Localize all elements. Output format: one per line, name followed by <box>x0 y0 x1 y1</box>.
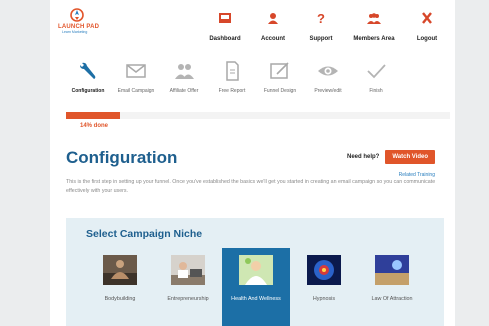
step-label: Preview/edit <box>314 88 342 94</box>
step-configuration[interactable]: Configuration <box>64 60 112 94</box>
header: LAUNCH PAD Learn Marketing Dashboard Acc… <box>50 0 455 54</box>
step-preview-edit[interactable]: Preview/edit <box>304 60 352 94</box>
help-box: Need help? Watch Video <box>347 150 435 164</box>
people-icon <box>175 64 194 79</box>
niche-label: Health And Wellness <box>231 296 281 302</box>
help-question: Need help? <box>346 154 380 160</box>
niche-law-of-attraction[interactable]: Law Of Attraction <box>358 248 426 326</box>
niche-label: Bodybuilding <box>104 296 136 302</box>
nav-account-label: Account <box>261 36 285 42</box>
question-icon: ? <box>317 12 325 24</box>
step-funnel-design[interactable]: Funnel Design <box>256 60 304 94</box>
step-label: Finish <box>369 88 383 94</box>
step-finish[interactable]: Finish <box>352 60 400 94</box>
nav-dashboard-label: Dashboard <box>209 36 241 42</box>
page-title: Configuration <box>66 148 178 167</box>
nav-members-label: Members Area <box>353 36 395 42</box>
rocket-icon <box>70 8 84 22</box>
check-icon <box>367 64 386 79</box>
design-icon <box>270 62 289 79</box>
setup-steps: Configuration Email Campaign Affiliate O… <box>64 60 400 94</box>
step-label: Affiliate Offer <box>169 88 199 94</box>
health-image <box>239 255 273 285</box>
step-free-report[interactable]: Free Report <box>208 60 256 94</box>
top-navigation: Dashboard Account ? Support Members Area… <box>201 12 451 45</box>
nav-logout-label: Logout <box>416 36 438 42</box>
page-description: This is the first step in setting up you… <box>66 179 436 194</box>
dashboard-icon <box>219 13 231 23</box>
progress-label: 14% done <box>80 123 109 129</box>
step-label: Configuration <box>71 88 105 94</box>
bodybuilding-image <box>103 255 137 285</box>
close-icon <box>422 12 432 24</box>
niche-list: Bodybuilding Entrepreneurship Health And… <box>86 248 426 326</box>
user-icon <box>268 13 278 24</box>
attraction-image <box>375 255 409 285</box>
niche-label: Entrepreneurship <box>167 296 209 302</box>
niche-hypnosis[interactable]: Hypnosis <box>290 248 358 326</box>
nav-support[interactable]: ? Support <box>297 12 345 45</box>
svg-text:?: ? <box>317 12 325 24</box>
step-email-campaign[interactable]: Email Campaign <box>112 60 160 94</box>
niche-label: Law Of Attraction <box>371 296 413 302</box>
nav-support-label: Support <box>309 36 333 42</box>
step-label: Funnel Design <box>263 88 297 94</box>
niche-bodybuilding[interactable]: Bodybuilding <box>86 248 154 326</box>
logo[interactable]: LAUNCH PAD Learn Marketing <box>58 8 128 34</box>
progress-fill <box>66 112 120 119</box>
niche-entrepreneurship[interactable]: Entrepreneurship <box>154 248 222 326</box>
app-frame: LAUNCH PAD Learn Marketing Dashboard Acc… <box>50 0 455 326</box>
nav-account[interactable]: Account <box>249 12 297 45</box>
nav-logout[interactable]: Logout <box>403 12 451 45</box>
members-icon <box>367 13 381 24</box>
step-label: Free Report <box>218 88 246 94</box>
niche-panel: Select Campaign Niche Bodybuilding Entre… <box>66 218 444 326</box>
nav-members-area[interactable]: Members Area <box>345 12 403 45</box>
nav-dashboard[interactable]: Dashboard <box>201 12 249 45</box>
niche-panel-title: Select Campaign Niche <box>86 228 203 240</box>
hypnosis-image <box>307 255 341 285</box>
eye-icon <box>318 66 338 76</box>
niche-health-wellness[interactable]: Health And Wellness <box>222 248 290 326</box>
brand-tagline: Learn Marketing <box>62 30 88 34</box>
wrench-icon <box>80 62 96 79</box>
entrepreneurship-image <box>171 255 205 285</box>
envelope-icon <box>126 64 146 78</box>
progress-bar <box>66 112 450 119</box>
niche-label: Hypnosis <box>312 296 336 302</box>
document-icon <box>226 61 239 81</box>
step-label: Email Campaign <box>117 88 155 94</box>
watch-video-button[interactable]: Watch Video <box>385 150 435 164</box>
step-affiliate-offer[interactable]: Affiliate Offer <box>160 60 208 94</box>
